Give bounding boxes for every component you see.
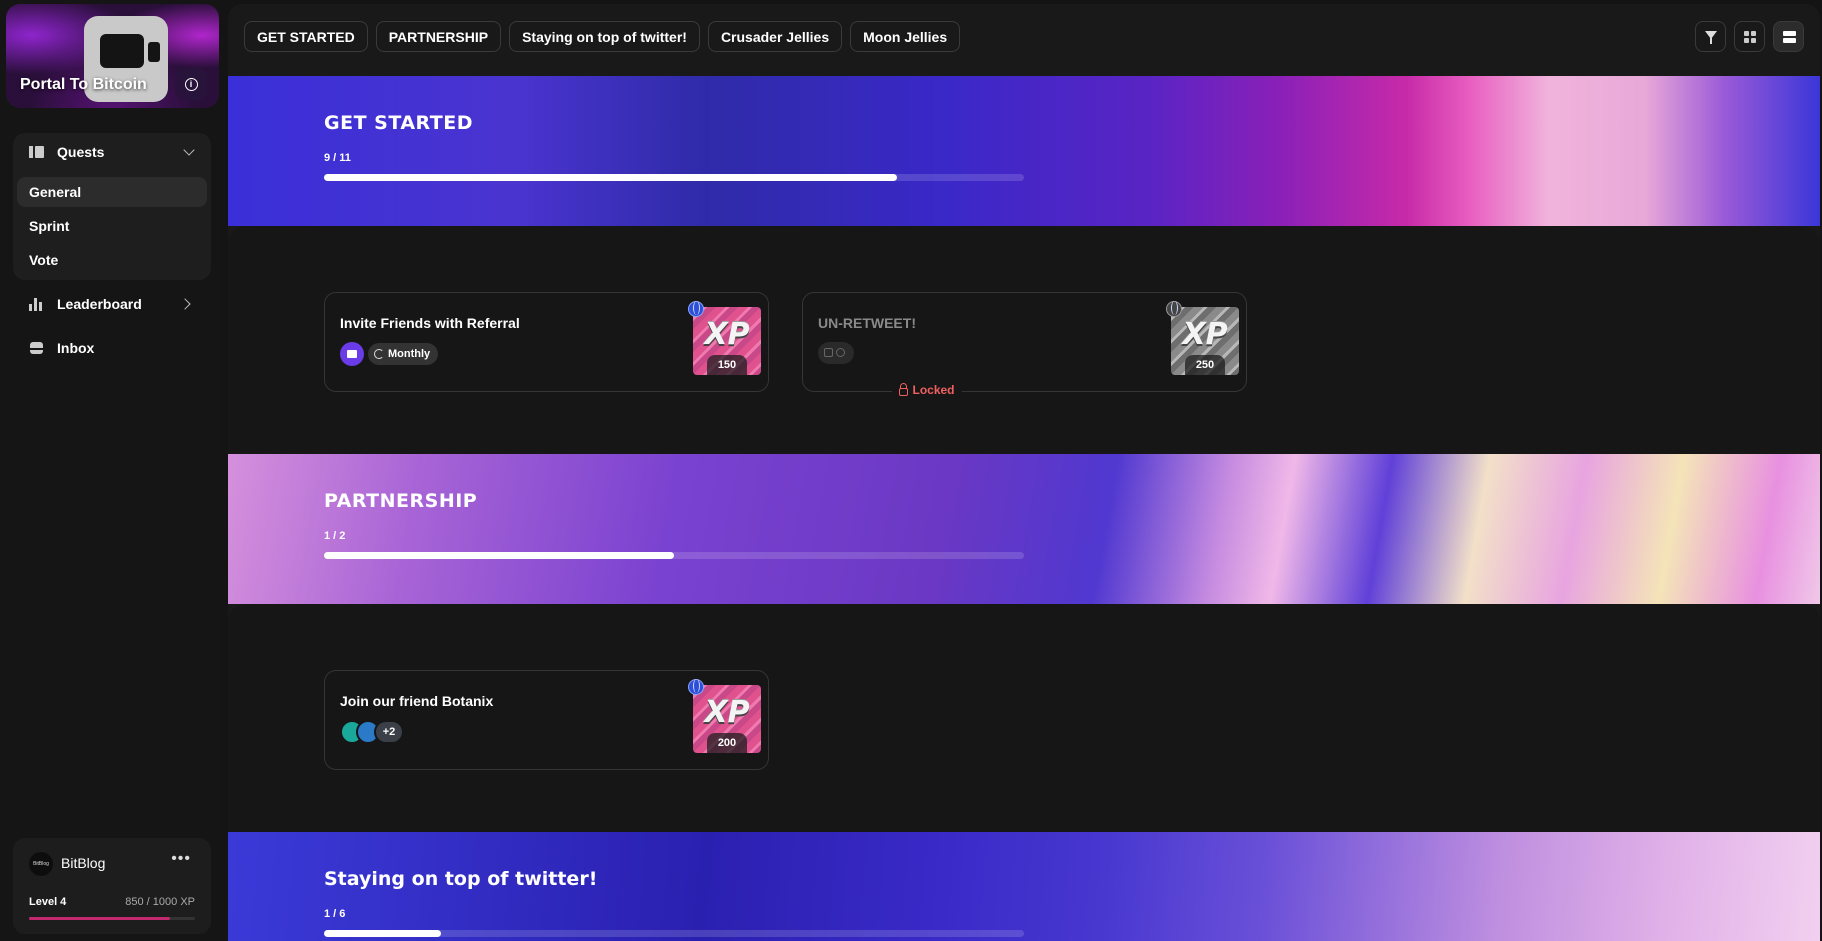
external-link-icon [836, 348, 845, 357]
section-progress-bar [324, 174, 1024, 181]
section-progress-bar [324, 552, 1024, 559]
user-card: BitBlog BitBlog ••• Level 4 850 / 1000 X… [13, 838, 211, 934]
main-content: GET STARTED PARTNERSHIP Staying on top o… [228, 4, 1820, 941]
list-view-button[interactable] [1773, 21, 1804, 52]
avatar-text: BitBlog [33, 861, 49, 867]
community-name: Portal To Bitcoin [20, 76, 147, 93]
section-progress-fill [324, 174, 897, 181]
quest-card-invite-friends[interactable]: Invite Friends with Referral Monthly XP … [324, 292, 769, 392]
chevron-down-icon [183, 144, 195, 156]
user-name[interactable]: BitBlog [61, 855, 105, 871]
section-banner-twitter: Staying on top of twitter! 1 / 6 [228, 832, 1820, 941]
section-title: PARTNERSHIP [324, 490, 478, 512]
quest-title: Invite Friends with Referral [340, 315, 520, 331]
sidebar-item-general[interactable]: General [17, 177, 207, 207]
tab-twitter[interactable]: Staying on top of twitter! [509, 21, 700, 52]
inbox-icon [29, 341, 45, 355]
leaderboard-label: Leaderboard [57, 296, 142, 312]
quest-title: UN-RETWEET! [818, 315, 916, 331]
section-progress-count: 1 / 6 [324, 908, 346, 920]
tab-partnership[interactable]: PARTNERSHIP [375, 21, 502, 52]
quest-meta: Monthly [340, 342, 439, 366]
section-title: Staying on top of twitter! [324, 868, 598, 890]
quests-label: Quests [57, 144, 105, 160]
xp-amount: 200 [707, 733, 747, 753]
section-progress-count: 1 / 2 [324, 530, 346, 542]
avatar[interactable]: BitBlog [29, 852, 53, 876]
grid-view-button[interactable] [1734, 21, 1765, 52]
quest-card-un-retweet[interactable]: UN-RETWEET! XP 250 [802, 292, 1247, 392]
refresh-icon [374, 349, 384, 359]
chevron-right-icon [179, 298, 191, 310]
sidebar-item-leaderboard[interactable]: Leaderboard [13, 285, 211, 323]
filter-button[interactable] [1695, 21, 1726, 52]
xp-reward: XP 200 [693, 685, 761, 753]
sidebar-item-sprint[interactable]: Sprint [17, 211, 207, 241]
more-menu-icon[interactable]: ••• [171, 850, 191, 868]
sidebar-item-inbox[interactable]: Inbox [13, 329, 211, 367]
section-progress-fill [324, 930, 441, 937]
section-title: GET STARTED [324, 112, 474, 134]
info-icon: i [184, 77, 198, 91]
section-quests-get-started: Invite Friends with Referral Monthly XP … [228, 226, 1820, 466]
xp-reward: XP 150 [693, 307, 761, 375]
more-participants-count: +2 [374, 720, 404, 744]
level-label: Level 4 [29, 896, 67, 908]
locked-badge: Locked [892, 380, 962, 400]
xp-reward: XP 250 [1171, 307, 1239, 375]
section-quests-partnership: Join our friend Botanix +2 XP 200 [228, 604, 1820, 844]
xp-logo: XP [704, 317, 750, 352]
xp-amount: 250 [1185, 355, 1225, 375]
tab-get-started[interactable]: GET STARTED [244, 21, 368, 52]
xp-logo: XP [704, 695, 750, 730]
section-progress-count: 9 / 11 [324, 152, 351, 164]
xp-logo: XP [1182, 317, 1228, 352]
inbox-label: Inbox [57, 340, 95, 356]
recurrence-label: Monthly [388, 348, 431, 360]
bar-chart-icon [29, 297, 45, 311]
section-banner-get-started: GET STARTED 9 / 11 [228, 76, 1820, 226]
level-progress-fill [29, 917, 171, 920]
quest-meta: +2 [340, 720, 404, 744]
sidebar-item-vote[interactable]: Vote [17, 245, 207, 275]
document-icon [824, 348, 833, 357]
lock-icon [899, 382, 909, 396]
sidebar: Portal To Bitcoin i Quests General Sprin… [0, 0, 220, 941]
view-toolbar [1695, 21, 1804, 52]
quest-card-botanix[interactable]: Join our friend Botanix +2 XP 200 [324, 670, 769, 770]
level-progress-bar [29, 917, 195, 920]
section-banner-partnership: PARTNERSHIP 1 / 2 [228, 454, 1820, 604]
info-button[interactable]: i [175, 68, 207, 100]
filter-icon [1705, 31, 1717, 44]
quests-toggle[interactable]: Quests [13, 133, 211, 171]
globe-icon [688, 679, 704, 695]
map-icon [29, 145, 45, 159]
section-progress-bar [324, 930, 1024, 937]
xp-progress-label: 850 / 1000 XP [125, 896, 195, 908]
xp-amount: 150 [707, 355, 747, 375]
locked-label: Locked [912, 383, 955, 397]
section-progress-fill [324, 552, 674, 559]
recurrence-badge: Monthly [368, 343, 439, 365]
quest-title: Join our friend Botanix [340, 693, 494, 709]
task-icons [818, 342, 854, 364]
globe-icon [688, 301, 704, 317]
tab-crusader-jellies[interactable]: Crusader Jellies [707, 21, 843, 52]
quest-meta [818, 342, 854, 364]
quests-nav-group: Quests General Sprint Vote [13, 133, 211, 280]
tab-moon-jellies[interactable]: Moon Jellies [850, 21, 961, 52]
community-header[interactable]: Portal To Bitcoin i [6, 4, 219, 108]
globe-icon [1166, 301, 1182, 317]
mail-icon [340, 342, 364, 366]
section-tabs: GET STARTED PARTNERSHIP Staying on top o… [244, 21, 961, 52]
